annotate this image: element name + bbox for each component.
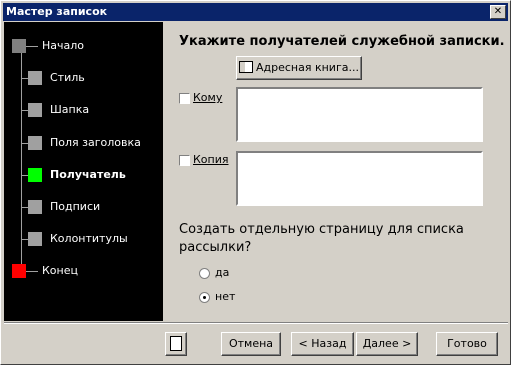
content-panel: Укажите получателей служебной записки. А… (164, 22, 508, 321)
address-book-label: Адресная книга... (256, 61, 359, 74)
step-1: Начало (4, 38, 163, 56)
separate-page-question: Создать отдельную страницу для списка ра… (179, 222, 464, 255)
step-marker (28, 200, 42, 214)
step-label: Стиль (50, 71, 85, 84)
step-2: Стиль (4, 70, 163, 88)
steps-panel: Начало Стиль Шапка Поля заголовка Получатель… (4, 22, 163, 321)
title-bar: Мастер записок ✕ (3, 3, 508, 21)
step-3: Шапка (4, 102, 163, 120)
help-button[interactable] (165, 332, 187, 356)
to-label: Кому (193, 91, 222, 104)
step-8: Конец (4, 263, 163, 281)
address-book-icon (239, 61, 253, 73)
next-button[interactable]: Далее > (356, 332, 418, 356)
radio-yes-label: да (215, 266, 230, 279)
footer-separator (4, 322, 508, 324)
step-label: Колонтитулы (50, 232, 128, 245)
step-5: Получатель (4, 167, 163, 185)
help-icon (170, 335, 182, 351)
step-label: Конец (42, 264, 78, 277)
step-connector (21, 207, 28, 208)
cc-label: Копия (193, 153, 229, 166)
step-marker (12, 39, 26, 53)
radio-yes[interactable] (199, 268, 210, 279)
to-checkbox[interactable] (179, 93, 190, 104)
step-connector (21, 175, 28, 176)
close-button[interactable]: ✕ (490, 5, 506, 19)
radio-no-label: нет (215, 290, 236, 303)
radio-no[interactable] (199, 292, 210, 303)
to-field[interactable] (236, 87, 483, 142)
step-label: Начало (42, 39, 85, 52)
radio-no-dot (203, 296, 206, 299)
wizard-window: Мастер записок ✕ Начало Стиль Шапка Поля за… (0, 0, 511, 365)
cancel-button[interactable]: Отмена (221, 332, 281, 356)
step-label: Подписи (50, 200, 101, 213)
step-connector (26, 46, 38, 47)
step-connector (21, 78, 28, 79)
to-label-text: Кому (193, 91, 223, 104)
step-7: Колонтитулы (4, 231, 163, 249)
step-connector (21, 110, 28, 111)
step-marker (28, 71, 42, 85)
page-heading: Укажите получателей служебной записки. (179, 34, 505, 49)
window-title: Мастер записок (6, 5, 108, 18)
step-label: Шапка (50, 103, 90, 116)
address-book-button[interactable]: Адресная книга... (236, 56, 362, 80)
step-4: Поля заголовка (4, 135, 163, 153)
cc-checkbox[interactable] (179, 155, 190, 166)
step-connector (26, 271, 38, 272)
step-marker (28, 168, 42, 182)
cc-label-text: Копия (193, 153, 229, 166)
step-label: Поля заголовка (50, 136, 141, 149)
step-label: Получатель (50, 168, 126, 181)
step-marker (28, 103, 42, 117)
cc-field[interactable] (236, 151, 483, 206)
back-button[interactable]: < Назад (291, 332, 354, 356)
step-marker (28, 232, 42, 246)
step-connector (21, 143, 28, 144)
step-connector (21, 239, 28, 240)
step-6: Подписи (4, 199, 163, 217)
step-marker (28, 136, 42, 150)
step-marker (12, 264, 26, 278)
finish-button[interactable]: Готово (436, 332, 498, 356)
